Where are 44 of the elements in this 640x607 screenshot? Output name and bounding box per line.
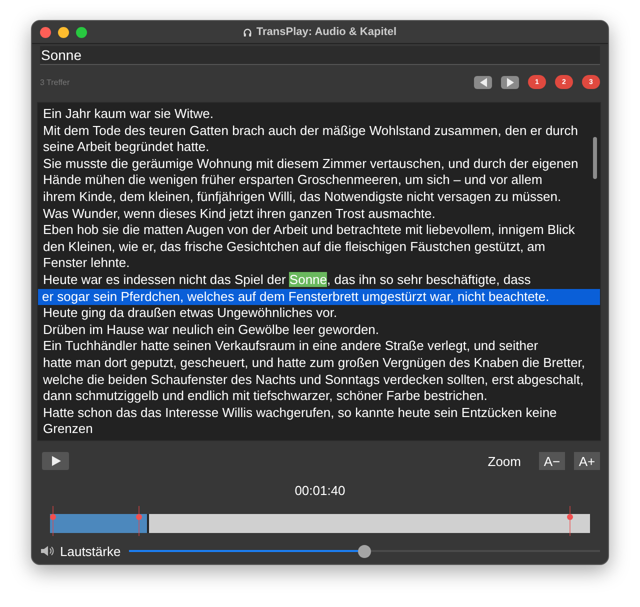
text-line: welche die beiden Schaufenster des Nachts und Sonntags verdecken sollten, erst abgeschalt,	[42, 372, 584, 388]
zoom-label: Zoom	[488, 454, 521, 468]
text-line: Was Wunder, wenn dieses Kind jetzt ihren ganzen Trost ausmachte.	[42, 206, 436, 222]
headphones-icon	[243, 28, 252, 36]
window-title: TransPlay: Audio & Kapitel	[256, 26, 397, 38]
text-line: hatte man dort geputzt, gescheuert, und hatte zum großen Vergnügen des Knaben die Bretter,	[42, 354, 586, 372]
scrollbar[interactable]	[593, 137, 597, 179]
volume-thumb[interactable]	[358, 544, 372, 558]
zoom-button[interactable]: A+	[574, 452, 600, 470]
right-triangle-icon	[506, 78, 514, 86]
text-line: Grenzen	[42, 421, 93, 438]
text-line: Hatte schon das das Interesse Willis wachgerufen, so kannte heute sein Entzücken keine	[42, 404, 557, 422]
text-line: Hände mühen die wenigen früher ersparten Groschenmeeren, um sich – und vor allem	[42, 172, 542, 189]
chapter-marker[interactable]	[567, 506, 574, 536]
zoom-button[interactable]: A−	[539, 452, 565, 470]
previous-button[interactable]	[474, 76, 492, 88]
next-button[interactable]	[501, 76, 519, 88]
text-line: den Kleinen, wie er, das frische Gesichtchen auf die fleischigen Fäustchen gestützt, am	[42, 238, 546, 256]
text-line: Sie musste die geräumige Wohnung mit diesem Zimmer vertauschen, und durch der eigenen	[42, 156, 578, 172]
text-line: seine Arbeit begründet hatte.	[42, 139, 210, 156]
text-line: Heute ging da draußen etwas Ungewöhnliches vor.	[42, 305, 338, 322]
text-line: ihrem Kinde, dem kleinen, fünfjährigen Willi, das Notwendigste nicht versagen zu müssen.	[42, 188, 562, 206]
hit-count: 3 Treffer	[40, 78, 71, 86]
time-display: 00:01:40	[294, 483, 346, 498]
speaker-icon	[40, 545, 54, 557]
text-line: Ein Jahr kaum war sie Witwe.	[42, 106, 214, 123]
text-line: Ein Tuchhändler hatte seinen Verkaufsraum in eine andere Straße verlegt, und seither	[42, 338, 538, 355]
text-line: Mit dem Tode des teuren Gatten brach auch der mäßige Wohlstand zusammen, den er durch	[42, 122, 578, 140]
left-triangle-icon	[478, 78, 488, 86]
text-line: Fenster lehnte.	[42, 255, 130, 272]
volume-label: Lautstärke	[60, 544, 121, 558]
play-icon	[50, 456, 60, 466]
minimize-button[interactable]	[58, 26, 69, 38]
text-line: dann schmutziggelb und endlich mit tiefschwarzer, schöner Farbe bestrichen.	[42, 388, 488, 405]
play-button[interactable]	[42, 452, 69, 470]
text-line: Heute war es indessen nicht das Spiel der Sonne, das ihn so sehr beschäftigte, dass	[42, 272, 531, 289]
timeline-track[interactable]	[50, 514, 590, 533]
chapter-marker[interactable]	[50, 506, 56, 536]
search-field[interactable]: Sonne	[40, 46, 600, 65]
text-line: Drüben im Hause war neulich ein Gewölbe leer geworden.	[42, 322, 380, 338]
close-button[interactable]	[40, 26, 51, 38]
chapter-marker[interactable]	[136, 506, 142, 536]
text-line: Eben hob sie die matten Augen von der Arbeit und betrachtete mit liebevollem, innigem Blick	[42, 222, 575, 239]
maximize-button[interactable]	[76, 26, 87, 38]
